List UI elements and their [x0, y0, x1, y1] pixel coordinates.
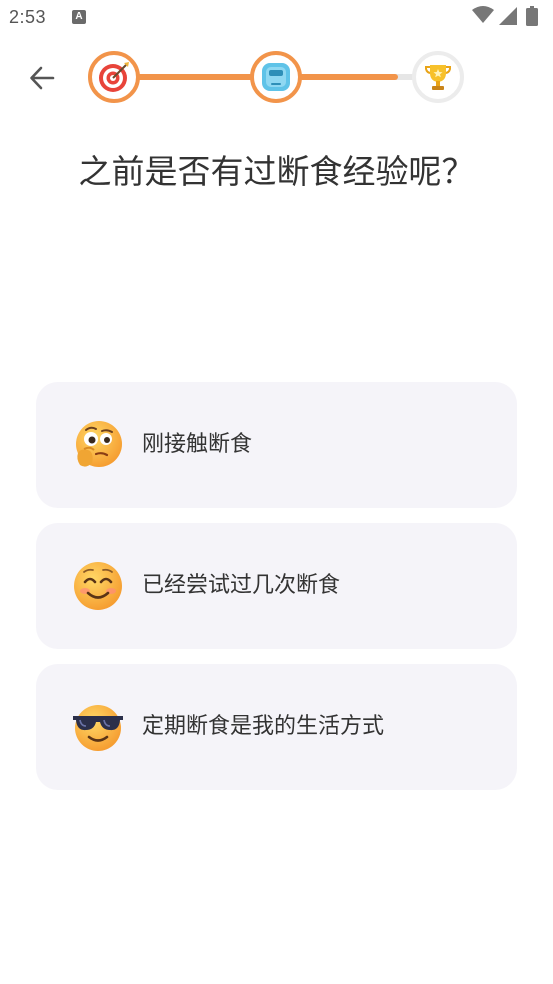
thinking-face-icon — [76, 421, 122, 467]
step-scale — [250, 51, 302, 103]
step-trophy — [412, 51, 464, 103]
status-bar: 2:53 A — [0, 0, 553, 36]
option-label: 定期断食是我的生活方式 — [142, 714, 385, 739]
option-card-tried-few-times[interactable]: 已经尝试过几次断食 — [36, 523, 517, 649]
app-notification-icon: A — [72, 10, 86, 24]
option-label: 刚接触断食 — [142, 432, 253, 457]
question-title: 之前是否有过断食经验呢？ — [78, 152, 475, 191]
battery-icon — [526, 6, 538, 26]
sunglasses-face-icon — [73, 705, 123, 751]
target-icon — [99, 62, 129, 92]
trophy-icon — [425, 65, 451, 90]
arrow-left-icon — [30, 66, 55, 90]
wifi-icon — [472, 6, 494, 23]
option-label: 已经尝试过几次断食 — [142, 573, 341, 598]
step-goal — [88, 51, 140, 103]
option-card-regular-lifestyle[interactable]: 定期断食是我的生活方式 — [36, 664, 517, 790]
status-time: 2:53 — [9, 7, 47, 27]
option-card-new-to-fasting[interactable]: 刚接触断食 — [36, 382, 517, 508]
back-button[interactable] — [24, 60, 60, 96]
smiling-face-icon — [74, 562, 122, 610]
scale-icon — [262, 63, 290, 91]
signal-icon — [499, 7, 517, 25]
